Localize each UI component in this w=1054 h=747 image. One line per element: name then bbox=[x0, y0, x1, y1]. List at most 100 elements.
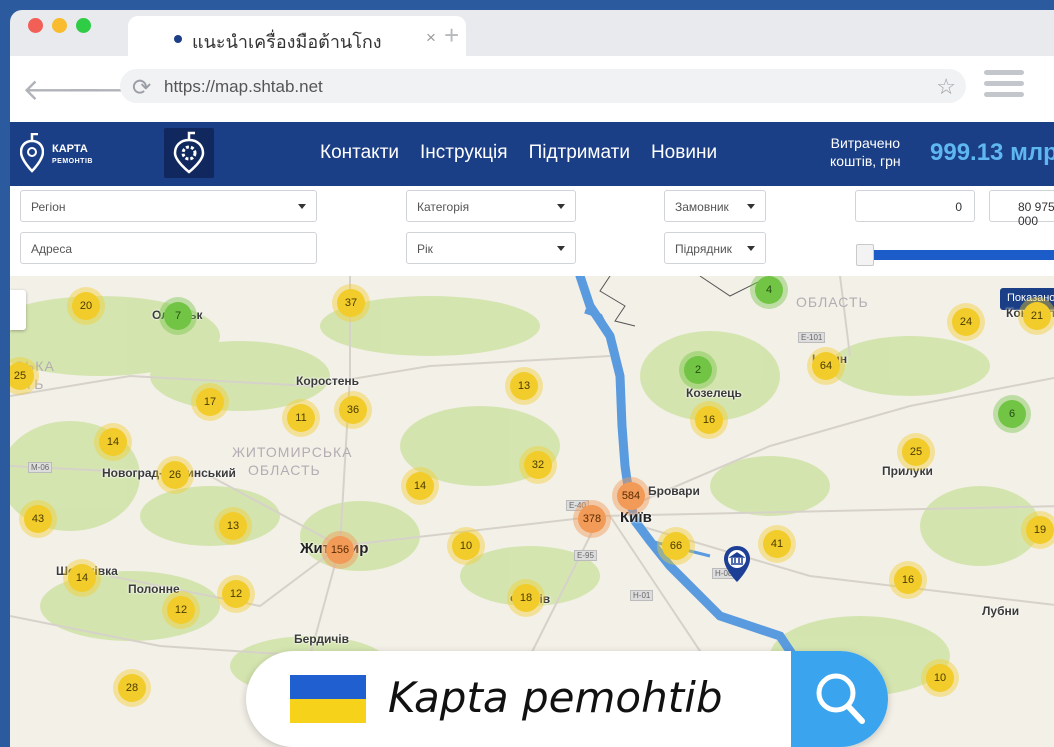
category-select-label: Категорія bbox=[417, 200, 470, 214]
amount-min-input[interactable]: 0 bbox=[855, 190, 975, 222]
map-cluster[interactable]: 6 bbox=[998, 400, 1026, 428]
site-logo[interactable]: КАРТА РЕМОНТІВ bbox=[20, 129, 110, 179]
address-bar[interactable]: ⟳ https://map.shtab.net ☆ bbox=[120, 69, 966, 103]
layers-toggle-button[interactable] bbox=[10, 290, 26, 330]
map-cluster[interactable]: 12 bbox=[167, 596, 195, 624]
close-window-button[interactable] bbox=[28, 18, 43, 33]
map-cluster[interactable]: 28 bbox=[118, 674, 146, 702]
map-cluster[interactable]: 13 bbox=[219, 512, 247, 540]
title-bar: แนะนำเครื่องมือต้านโกง × + bbox=[10, 10, 1054, 56]
map-cluster[interactable]: 7 bbox=[164, 302, 192, 330]
map-cluster[interactable]: 10 bbox=[926, 664, 954, 692]
map-cluster[interactable]: 584 bbox=[617, 482, 645, 510]
map-cluster[interactable]: 2 bbox=[684, 356, 712, 384]
bookmark-star-icon[interactable]: ☆ bbox=[936, 74, 956, 100]
chevron-down-icon bbox=[557, 246, 565, 251]
customer-select-label: Замовник bbox=[675, 200, 729, 214]
map-cluster[interactable]: 14 bbox=[406, 472, 434, 500]
browser-tab[interactable]: แนะนำเครื่องมือต้านโกง × bbox=[128, 16, 466, 56]
gear-icon bbox=[173, 131, 205, 174]
reload-icon[interactable]: ⟳ bbox=[132, 74, 151, 101]
road-sign: H-01 bbox=[630, 590, 654, 601]
nav-support[interactable]: Підтримати bbox=[529, 142, 630, 164]
address-input[interactable]: Адреса bbox=[20, 232, 317, 264]
year-select-label: Рік bbox=[417, 242, 433, 256]
tab-title: แนะนำเครื่องมือต้านโกง bbox=[192, 32, 382, 52]
browser-window: แนะนำเครื่องมือต้านโกง × + 🡐 🡒 ⟳ https:/… bbox=[10, 10, 1054, 747]
map-cluster[interactable]: 36 bbox=[339, 396, 367, 424]
gear-pin-logo[interactable] bbox=[164, 128, 214, 178]
maximize-window-button[interactable] bbox=[76, 18, 91, 33]
town-label: Полонне bbox=[128, 582, 180, 596]
map-cluster[interactable]: 19 bbox=[1026, 516, 1054, 544]
nav-instructions[interactable]: Інструкція bbox=[420, 142, 508, 164]
town-label: Коростень bbox=[296, 374, 360, 388]
new-tab-icon[interactable]: + bbox=[444, 20, 459, 51]
banner-title: Kapta pemohtib bbox=[388, 673, 723, 722]
town-label: Лубни bbox=[982, 604, 1020, 618]
map-cluster[interactable]: 37 bbox=[337, 289, 365, 317]
logo-text: КАРТА РЕМОНТІВ bbox=[52, 144, 93, 167]
town-label: Прилуки bbox=[882, 464, 933, 478]
chevron-down-icon bbox=[298, 204, 306, 209]
category-select[interactable]: Категорія bbox=[406, 190, 576, 222]
road-sign: E-95 bbox=[574, 550, 597, 561]
road-sign: E-101 bbox=[798, 332, 826, 343]
town-label: Козелець bbox=[686, 386, 742, 400]
region-select[interactable]: Регіон bbox=[20, 190, 317, 222]
customer-select[interactable]: Замовник bbox=[664, 190, 766, 222]
spent-label-line2: коштів, грн bbox=[830, 153, 901, 169]
map-cluster[interactable]: 14 bbox=[68, 564, 96, 592]
map-cluster[interactable]: 13 bbox=[510, 372, 538, 400]
map-cluster[interactable]: 43 bbox=[24, 505, 52, 533]
spent-value: 999.13 млрд bbox=[930, 139, 1054, 166]
map-cluster[interactable]: 64 bbox=[812, 352, 840, 380]
map-cluster[interactable]: 24 bbox=[952, 308, 980, 336]
amount-range-handle[interactable] bbox=[856, 244, 874, 266]
contractor-select-label: Підрядник bbox=[675, 242, 732, 256]
address-placeholder: Адреса bbox=[31, 242, 73, 256]
road-sign: M-06 bbox=[28, 462, 53, 473]
chevron-down-icon bbox=[557, 204, 565, 209]
map-cluster[interactable]: 66 bbox=[662, 532, 690, 560]
map-cluster[interactable]: 17 bbox=[196, 388, 224, 416]
map-cluster[interactable]: 11 bbox=[287, 404, 315, 432]
contractor-select[interactable]: Підрядник bbox=[664, 232, 766, 264]
region-label: ОБЛАСТЬ bbox=[796, 294, 869, 310]
map-cluster[interactable]: 41 bbox=[763, 530, 791, 558]
url-text[interactable]: https://map.shtab.net bbox=[164, 77, 323, 97]
nav-contacts[interactable]: Контакти bbox=[320, 142, 399, 164]
map-cluster[interactable]: 26 bbox=[161, 461, 189, 489]
region-label: ЖИТОМИРСЬКА bbox=[232, 444, 353, 460]
banner-search-button[interactable] bbox=[791, 651, 888, 747]
spent-label-line1: Витрачено bbox=[830, 135, 901, 151]
tab-favicon-icon bbox=[174, 35, 182, 43]
map-cluster[interactable]: 14 bbox=[99, 428, 127, 456]
map-cluster[interactable]: 16 bbox=[894, 566, 922, 594]
map-cluster[interactable]: 25 bbox=[902, 438, 930, 466]
menu-hamburger-icon[interactable] bbox=[984, 70, 1024, 103]
magnifier-icon bbox=[816, 673, 865, 724]
town-label: Бровари bbox=[648, 484, 700, 498]
minimize-window-button[interactable] bbox=[52, 18, 67, 33]
map-cluster[interactable]: 4 bbox=[755, 276, 783, 304]
location-pin-icon[interactable] bbox=[722, 544, 752, 584]
amount-max-input[interactable]: 80 975 000 bbox=[989, 190, 1054, 228]
map-cluster[interactable]: 16 bbox=[695, 406, 723, 434]
map-cluster[interactable]: 12 bbox=[222, 580, 250, 608]
map-cluster[interactable]: 378 bbox=[578, 505, 606, 533]
map-cluster[interactable]: 18 bbox=[512, 584, 540, 612]
tab-close-icon[interactable]: × bbox=[426, 28, 436, 48]
filter-panel: Регіон Адреса Категорія Рік Замовник Під… bbox=[10, 186, 1054, 276]
promo-banner: Kapta pemohtib bbox=[246, 651, 888, 747]
main-nav: Контакти Інструкція Підтримати Новини bbox=[320, 142, 717, 164]
region-select-label: Регіон bbox=[31, 200, 66, 214]
amount-range-track[interactable] bbox=[872, 250, 1054, 260]
map-cluster[interactable]: 10 bbox=[452, 532, 480, 560]
year-select[interactable]: Рік bbox=[406, 232, 576, 264]
map-cluster[interactable]: 32 bbox=[524, 451, 552, 479]
nav-news[interactable]: Новини bbox=[651, 142, 717, 164]
map-cluster[interactable]: 20 bbox=[72, 292, 100, 320]
map-cluster[interactable]: 156 bbox=[326, 536, 354, 564]
map-cluster[interactable]: 21 bbox=[1023, 302, 1051, 330]
